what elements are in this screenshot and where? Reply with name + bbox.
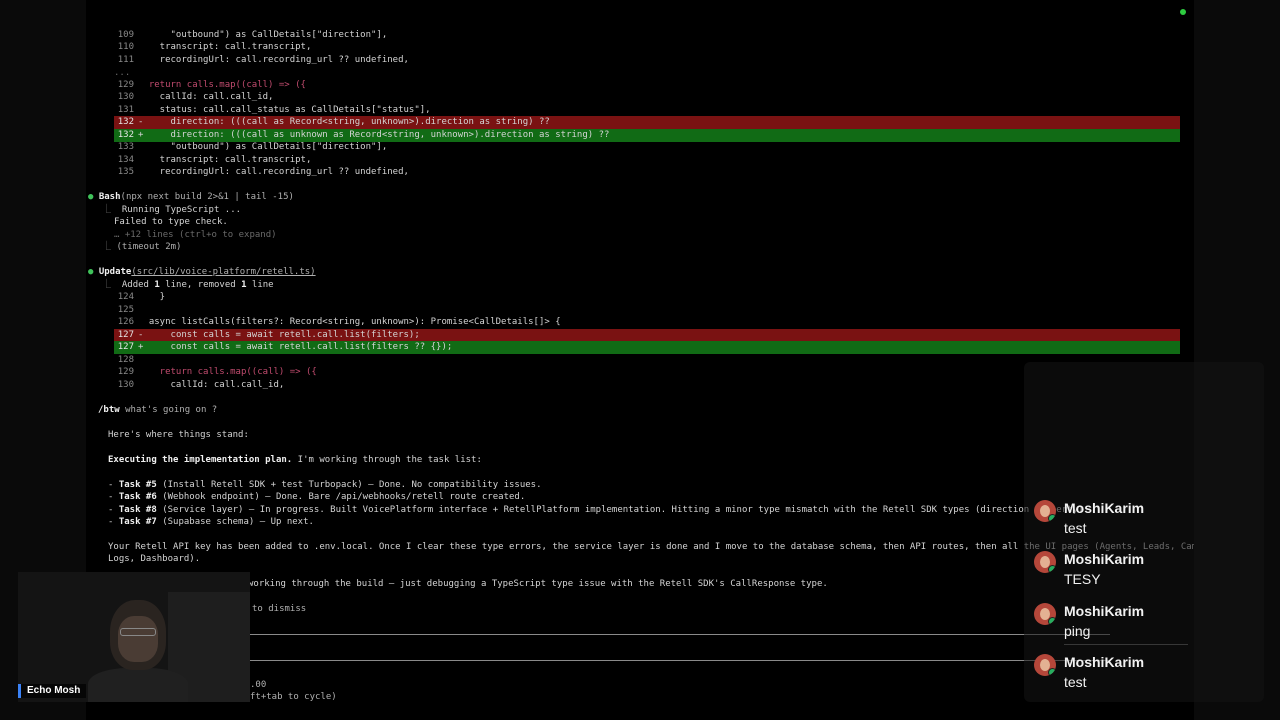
moderator-badge-icon [1048, 668, 1056, 676]
task-item: - Task #6 (Webhook endpoint) — Done. Bar… [108, 492, 526, 502]
chat-text: TESY [1064, 571, 1101, 587]
moderator-badge-icon [1048, 514, 1056, 522]
chat-separator [1064, 644, 1188, 645]
diff-line: 125 [117, 305, 134, 315]
divider [250, 660, 1110, 661]
response-paragraph: Logs, Dashboard). [108, 554, 201, 564]
diff-line: 130 callId: call.call_id, [117, 92, 274, 102]
diff-line: 131 status: call.call_status as CallDeta… [117, 105, 431, 115]
diff-line: 129 return calls.map((call) => ({ [117, 80, 306, 90]
avatar [1034, 654, 1056, 676]
diff-line: 126 async listCalls(filters?: Record<str… [117, 317, 561, 327]
update-tool-header: ● Update(src/lib/voice-platform/retell.t… [88, 267, 316, 277]
response-paragraph: Your Retell API key has been added to .e… [108, 542, 1194, 552]
diff-line: 133 "outbound") as CallDetails["directio… [117, 142, 388, 152]
user-prompt: /btw what's going on ? [98, 405, 218, 415]
chat-author: MoshiKarim [1064, 654, 1145, 670]
avatar [1034, 551, 1056, 573]
diff-line-added: 132 + direction: (((call as unknown as Re… [114, 129, 1180, 142]
diff-line: 135 recordingUrl: call.recording_url ?? … [117, 167, 409, 177]
chat-text: test [1064, 520, 1087, 536]
avatar [1034, 500, 1056, 522]
diff-line: 129 return calls.map((call) => ({ [117, 367, 317, 377]
chat-message: MoshiKarim test [1030, 654, 1240, 698]
task-item: - Task #5 (Install Retell SDK + test Tur… [108, 480, 542, 490]
response-intro: Here's where things stand: [108, 430, 249, 440]
bash-tool-header: ● Bash(npx next build 2>&1 | tail -15) [88, 192, 294, 202]
webcam-feed [18, 572, 250, 702]
diff-line-added: 127 + const calls = await retell.call.lis… [114, 341, 1180, 354]
moderator-badge-icon [1048, 565, 1056, 573]
chat-author: MoshiKarim [1064, 551, 1145, 567]
chat-text: test [1064, 674, 1087, 690]
chat-message: MoshiKarim test [1030, 500, 1240, 544]
chat-message: MoshiKarim TESY [1030, 551, 1240, 595]
update-summary: ⎿ Added 1 line, removed 1 line [102, 280, 274, 290]
diff-line: 130 callId: call.call_id, [117, 380, 285, 390]
chat-author: MoshiKarim [1064, 500, 1145, 516]
bash-timeout: ⎿ (timeout 2m) [102, 242, 182, 252]
moderator-badge-icon [1048, 617, 1056, 625]
diff-line-deleted: 127- const calls = await retell.call.lis… [114, 329, 1180, 342]
diff-line: 111 recordingUrl: call.recording_url ?? … [117, 55, 409, 65]
response-plan: Executing the implementation plan. I'm w… [108, 455, 482, 465]
diff-line: 134 transcript: call.transcript, [117, 155, 312, 165]
status-indicator [1180, 9, 1186, 15]
ellipsis: ... [114, 68, 131, 78]
diff-line: 110 transcript: call.transcript, [117, 42, 312, 52]
diff-line-deleted: 132- direction: (((call as Record<string… [114, 116, 1180, 129]
expand-hint[interactable]: … +12 lines (ctrl+o to expand) [114, 229, 1180, 242]
diff-line: 124 } [117, 292, 166, 302]
bash-output-line: Failed to type check. [114, 217, 228, 227]
bash-output-line: ⎿ Running TypeScript ... [102, 205, 242, 215]
chat-author: MoshiKarim [1064, 603, 1145, 619]
task-item: - Task #8 (Service layer) — In progress.… [108, 505, 1089, 515]
diff-line: 109 "outbound") as CallDetails["directio… [117, 30, 388, 40]
webcam-name-label: Echo Mosh [18, 684, 87, 698]
diff-line: 128 [117, 355, 134, 365]
chat-text: ping [1064, 623, 1091, 639]
avatar [1034, 603, 1056, 625]
task-item: - Task #7 (Supabase schema) — Up next. [108, 517, 314, 527]
divider [250, 634, 1110, 635]
chat-message: MoshiKarim ping [1030, 603, 1240, 647]
